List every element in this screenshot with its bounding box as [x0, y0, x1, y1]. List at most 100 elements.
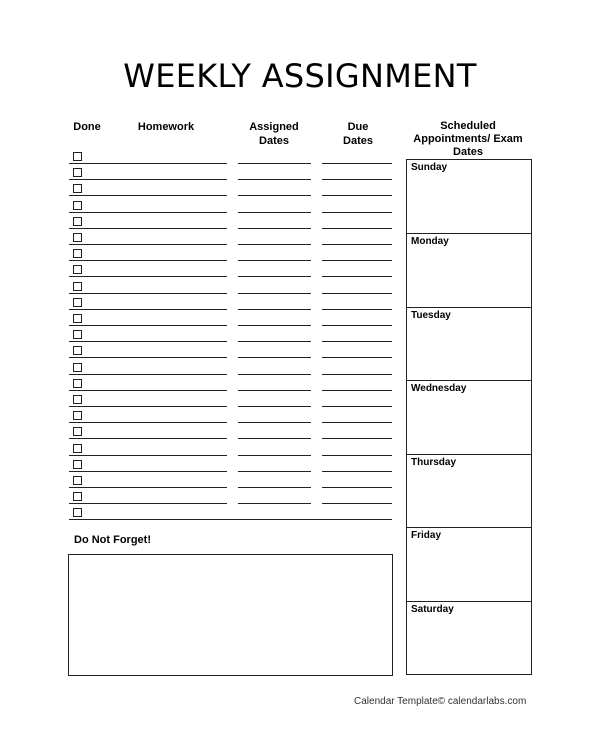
homework-line[interactable] — [69, 357, 227, 359]
assigned-date-line[interactable] — [238, 373, 311, 375]
homework-line[interactable] — [69, 195, 227, 197]
due-date-line[interactable] — [322, 406, 392, 407]
done-checkbox[interactable] — [73, 233, 82, 242]
day-cell-tuesday[interactable]: Tuesday — [407, 306, 531, 380]
done-checkbox[interactable] — [73, 346, 82, 356]
day-cell-friday[interactable]: Friday — [407, 527, 531, 600]
due-date-line[interactable] — [322, 260, 392, 262]
done-checkbox[interactable] — [73, 184, 82, 194]
assigned-date-line[interactable] — [238, 260, 311, 262]
day-cell-sunday[interactable]: Sunday — [407, 160, 531, 233]
done-checkbox[interactable] — [73, 427, 82, 437]
homework-line[interactable] — [69, 244, 227, 245]
done-checkbox[interactable] — [73, 378, 82, 388]
assigned-date-line[interactable] — [238, 454, 311, 456]
homework-line[interactable] — [69, 308, 227, 310]
homework-line[interactable] — [69, 227, 227, 229]
assigned-date-line[interactable] — [238, 244, 311, 245]
homework-line[interactable] — [69, 163, 227, 164]
header-due-line2: Dates — [343, 135, 373, 147]
assigned-date-line[interactable] — [238, 406, 311, 407]
homework-line[interactable] — [69, 179, 227, 181]
do-not-forget-box[interactable] — [68, 554, 393, 676]
assigned-date-line[interactable] — [238, 195, 311, 197]
assigned-date-line[interactable] — [238, 438, 311, 440]
assigned-date-line[interactable] — [238, 276, 311, 278]
done-checkbox[interactable] — [73, 152, 82, 161]
day-cell-monday[interactable]: Monday — [407, 233, 531, 306]
due-date-line[interactable] — [322, 487, 392, 488]
homework-line[interactable] — [69, 325, 227, 326]
done-checkbox[interactable] — [73, 281, 82, 291]
due-date-line[interactable] — [322, 211, 392, 213]
due-date-line[interactable] — [322, 422, 392, 424]
homework-line[interactable] — [69, 470, 227, 472]
done-checkbox[interactable] — [73, 265, 82, 275]
done-checkbox[interactable] — [73, 395, 82, 404]
homework-line[interactable] — [69, 373, 227, 375]
assigned-date-line[interactable] — [238, 389, 311, 391]
done-checkbox[interactable] — [73, 200, 82, 210]
due-date-line[interactable] — [322, 341, 392, 343]
due-date-line[interactable] — [322, 195, 392, 197]
due-date-line[interactable] — [322, 308, 392, 310]
day-label: Sunday — [411, 162, 448, 173]
assigned-date-line[interactable] — [238, 227, 311, 229]
homework-line[interactable] — [69, 438, 227, 440]
assigned-date-line[interactable] — [238, 179, 311, 181]
homework-line[interactable] — [69, 406, 227, 407]
due-date-line[interactable] — [322, 438, 392, 440]
assigned-date-line[interactable] — [238, 503, 311, 505]
done-checkbox[interactable] — [73, 249, 82, 259]
done-checkbox[interactable] — [73, 216, 82, 226]
done-checkbox[interactable] — [73, 168, 82, 178]
day-cell-saturday[interactable]: Saturday — [407, 600, 531, 674]
homework-line[interactable] — [69, 260, 227, 262]
done-checkbox[interactable] — [73, 459, 82, 469]
homework-line[interactable] — [69, 389, 227, 391]
assigned-date-line[interactable] — [238, 292, 311, 294]
due-date-line[interactable] — [322, 357, 392, 359]
assigned-date-line[interactable] — [238, 357, 311, 359]
homework-line[interactable] — [69, 503, 227, 505]
done-checkbox[interactable] — [73, 492, 82, 502]
assigned-date-line[interactable] — [238, 163, 311, 164]
assigned-date-line[interactable] — [238, 422, 311, 424]
due-date-line[interactable] — [322, 389, 392, 391]
due-date-line[interactable] — [322, 292, 392, 294]
done-checkbox[interactable] — [73, 330, 82, 340]
done-checkbox[interactable] — [73, 443, 82, 453]
homework-line[interactable] — [69, 341, 227, 343]
done-checkbox[interactable] — [73, 297, 82, 307]
day-cell-thursday[interactable]: Thursday — [407, 453, 531, 527]
done-checkbox[interactable] — [73, 362, 82, 372]
due-date-line[interactable] — [322, 470, 392, 472]
assigned-date-line[interactable] — [238, 308, 311, 310]
homework-line[interactable] — [69, 422, 227, 424]
done-checkbox[interactable] — [73, 508, 82, 518]
done-checkbox[interactable] — [73, 314, 82, 323]
due-date-line[interactable] — [322, 227, 392, 229]
homework-line[interactable] — [69, 211, 227, 213]
homework-line[interactable] — [69, 454, 227, 456]
day-cell-wednesday[interactable]: Wednesday — [407, 380, 531, 453]
assigned-date-line[interactable] — [238, 487, 311, 488]
done-checkbox[interactable] — [73, 476, 82, 485]
due-date-line[interactable] — [322, 503, 392, 505]
done-checkbox[interactable] — [73, 411, 82, 421]
homework-line[interactable] — [69, 292, 227, 294]
homework-line[interactable] — [69, 276, 227, 278]
due-date-line[interactable] — [322, 179, 392, 181]
assigned-date-line[interactable] — [238, 470, 311, 472]
due-date-line[interactable] — [322, 373, 392, 375]
homework-line[interactable] — [69, 487, 227, 488]
assigned-date-line[interactable] — [238, 211, 311, 213]
due-date-line[interactable] — [322, 276, 392, 278]
assigned-date-line[interactable] — [238, 325, 311, 326]
due-date-line[interactable] — [322, 244, 392, 245]
assigned-date-line[interactable] — [238, 341, 311, 343]
due-date-line[interactable] — [322, 325, 392, 326]
due-date-line[interactable] — [322, 454, 392, 456]
due-date-line[interactable] — [322, 163, 392, 164]
day-label: Wednesday — [411, 383, 467, 395]
